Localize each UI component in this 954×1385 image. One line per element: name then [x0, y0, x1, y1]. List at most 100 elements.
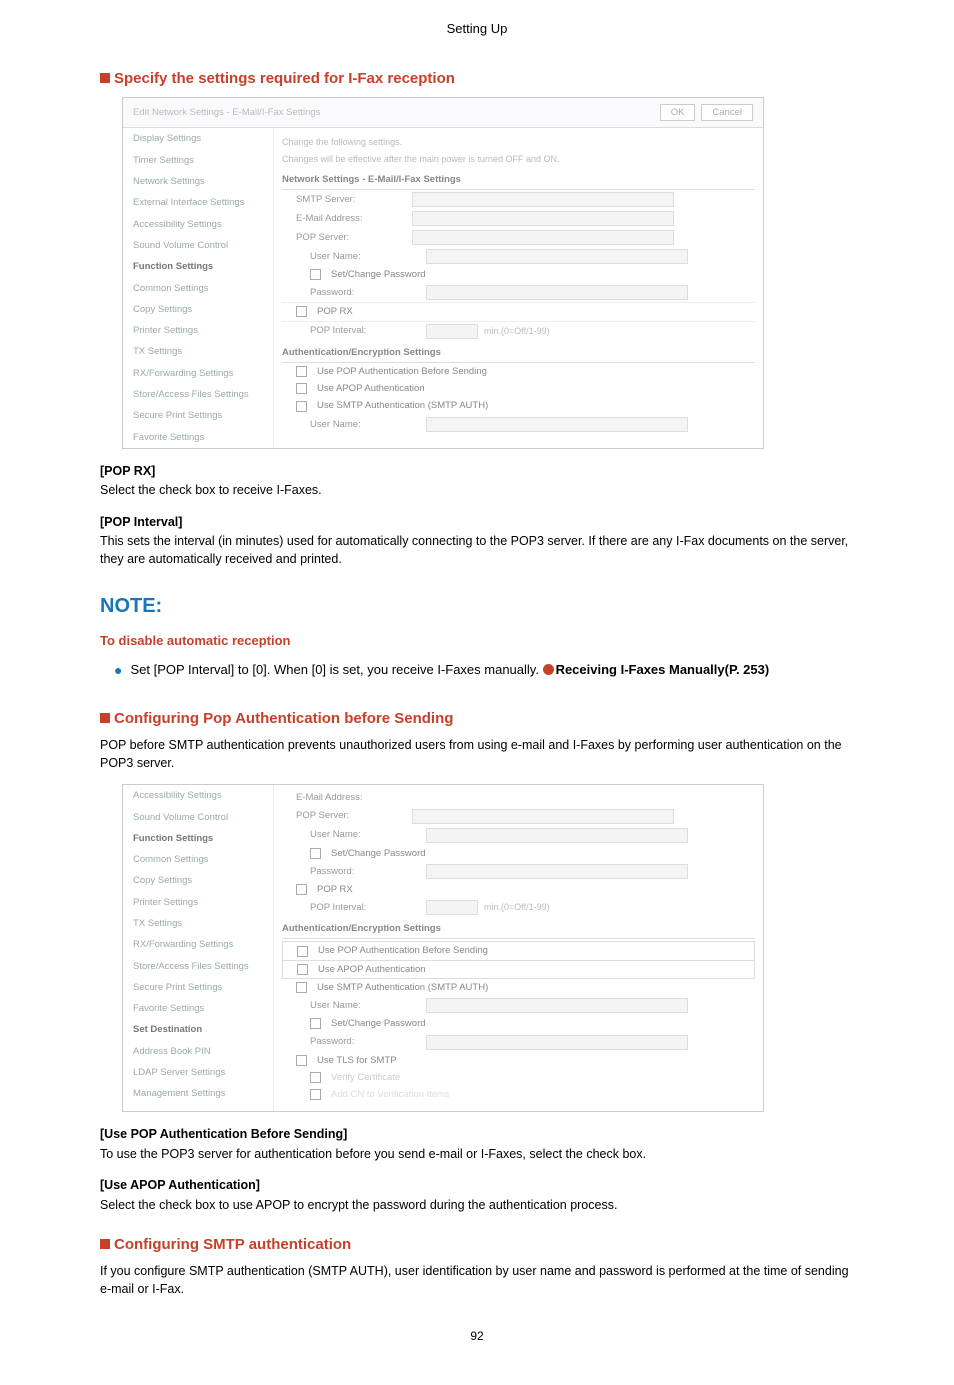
- note-subheading: To disable automatic reception: [100, 632, 854, 650]
- add-cn-checkbox[interactable]: [310, 1089, 321, 1100]
- note-heading: NOTE:: [100, 592, 854, 620]
- sidebar-item[interactable]: Sound Volume Control: [123, 235, 273, 256]
- sidebar-item[interactable]: Address Book PIN: [123, 1041, 273, 1062]
- sidebar-item[interactable]: Printer Settings: [123, 320, 273, 341]
- sidebar-item[interactable]: Common Settings: [123, 849, 273, 870]
- sidebar-heading: Function Settings: [123, 828, 273, 849]
- sidebar-item[interactable]: External Interface Settings: [123, 192, 273, 213]
- user-name2-label: User Name:: [310, 999, 420, 1012]
- section3-heading: Configuring SMTP authentication: [100, 1234, 854, 1255]
- sidebar-item[interactable]: Sound Volume Control: [123, 807, 273, 828]
- pop-server-label: POP Server:: [296, 809, 406, 822]
- pop-interval-hint: min.(0=Off/1-99): [484, 325, 550, 338]
- password2-label: Password:: [310, 1035, 420, 1048]
- use-smtp-auth-checkbox[interactable]: [296, 982, 307, 993]
- use-tls-smtp-label: Use TLS for SMTP: [317, 1054, 397, 1067]
- verify-cert-checkbox[interactable]: [310, 1072, 321, 1083]
- sidebar-item[interactable]: Network Settings: [123, 171, 273, 192]
- use-pop-auth-checkbox[interactable]: [297, 946, 308, 957]
- pop-rx-text: Select the check box to receive I-Faxes.: [100, 482, 854, 500]
- sidebar-item[interactable]: Management Settings: [123, 1083, 273, 1104]
- pop-interval-hint: min.(0=Off/1-99): [484, 901, 550, 914]
- password2-input[interactable]: [426, 1035, 688, 1050]
- set-change-password-checkbox[interactable]: [310, 848, 321, 859]
- shot2-sidebar: Accessibility Settings Sound Volume Cont…: [123, 785, 274, 1111]
- screenshot-2: Accessibility Settings Sound Volume Cont…: [122, 784, 764, 1112]
- sidebar-item[interactable]: Store/Access Files Settings: [123, 384, 273, 405]
- shot1-note2: Changes will be effective after the main…: [282, 149, 755, 168]
- sidebar-item[interactable]: Copy Settings: [123, 299, 273, 320]
- sidebar-item[interactable]: Timer Settings: [123, 150, 273, 171]
- sidebar-item[interactable]: Printer Settings: [123, 892, 273, 913]
- sidebar-item[interactable]: Store/Access Files Settings: [123, 956, 273, 977]
- pop-rx-checkbox[interactable]: [296, 884, 307, 895]
- verify-cert-label: Verify Certificate: [331, 1071, 400, 1084]
- sidebar-item[interactable]: TX Settings: [123, 341, 273, 362]
- password-input[interactable]: [426, 864, 688, 879]
- bullet-dot-icon: ●: [114, 661, 122, 681]
- pop-interval-heading: [POP Interval]: [100, 514, 854, 532]
- password-input[interactable]: [426, 285, 688, 300]
- sidebar-item[interactable]: Display Settings: [123, 128, 273, 149]
- pop-server-input[interactable]: [412, 809, 674, 824]
- pop-rx-label: POP RX: [317, 305, 353, 318]
- square-bullet-icon: [100, 73, 110, 83]
- sidebar-item[interactable]: Common Settings: [123, 278, 273, 299]
- pop-interval-input[interactable]: [426, 324, 478, 339]
- link-circle-icon: [543, 664, 554, 675]
- pop-rx-checkbox[interactable]: [296, 306, 307, 317]
- set-change-password-checkbox[interactable]: [310, 269, 321, 280]
- section1-heading: Specify the settings required for I-Fax …: [100, 68, 854, 89]
- shot1-sidebar: Display Settings Timer Settings Network …: [123, 128, 274, 447]
- smtp-server-label: SMTP Server:: [296, 193, 406, 206]
- page-number: 92: [100, 1328, 854, 1345]
- use-apop-auth-checkbox[interactable]: [296, 383, 307, 394]
- use-pop-auth-checkbox[interactable]: [296, 366, 307, 377]
- receiving-ifaxes-link[interactable]: Receiving I-Faxes Manually(P. 253): [556, 662, 770, 677]
- sidebar-item[interactable]: RX/Forwarding Settings: [123, 934, 273, 955]
- use-smtp-auth-checkbox[interactable]: [296, 401, 307, 412]
- page-header: Setting Up: [100, 20, 854, 38]
- password-label: Password:: [310, 865, 420, 878]
- set-change-password2-checkbox[interactable]: [310, 1018, 321, 1029]
- user-name-input[interactable]: [426, 828, 688, 843]
- set-change-password2-label: Set/Change Password: [331, 1017, 426, 1030]
- pop-server-input[interactable]: [412, 230, 674, 245]
- sidebar-heading: Set Destination: [123, 1019, 273, 1040]
- user-name2-input[interactable]: [426, 417, 688, 432]
- sidebar-item[interactable]: Copy Settings: [123, 870, 273, 891]
- user-name2-input[interactable]: [426, 998, 688, 1013]
- use-pop-heading: [Use POP Authentication Before Sending]: [100, 1126, 854, 1144]
- ok-button[interactable]: OK: [660, 104, 696, 121]
- user-name-input[interactable]: [426, 249, 688, 264]
- email-address-input[interactable]: [412, 211, 674, 226]
- sidebar-item[interactable]: Favorite Settings: [123, 998, 273, 1019]
- sidebar-item[interactable]: LDAP Server Settings: [123, 1062, 273, 1083]
- add-cn-label: Add CN to Verification Items: [331, 1088, 450, 1101]
- section2-heading: Configuring Pop Authentication before Se…: [100, 708, 854, 729]
- use-apop-text: Select the check box to use APOP to encr…: [100, 1197, 854, 1215]
- use-apop-auth-label: Use APOP Authentication: [318, 963, 426, 976]
- use-pop-auth-label: Use POP Authentication Before Sending: [318, 944, 488, 957]
- user-name-label: User Name:: [310, 828, 420, 841]
- sidebar-item[interactable]: Accessibility Settings: [123, 785, 273, 806]
- use-apop-auth-checkbox[interactable]: [297, 964, 308, 975]
- sidebar-item[interactable]: Secure Print Settings: [123, 405, 273, 426]
- sidebar-item[interactable]: Accessibility Settings: [123, 214, 273, 235]
- sidebar-heading: Function Settings: [123, 256, 273, 277]
- sidebar-item[interactable]: Favorite Settings: [123, 427, 273, 448]
- sidebar-item[interactable]: TX Settings: [123, 913, 273, 934]
- sidebar-item[interactable]: RX/Forwarding Settings: [123, 363, 273, 384]
- shot1-section-a: Network Settings - E-Mail/I-Fax Settings: [282, 170, 755, 190]
- pop-interval-input[interactable]: [426, 900, 478, 915]
- shot1-breadcrumb: Edit Network Settings - E-Mail/I-Fax Set…: [133, 106, 320, 119]
- smtp-server-input[interactable]: [412, 192, 674, 207]
- use-smtp-auth-label: Use SMTP Authentication (SMTP AUTH): [317, 981, 488, 994]
- cancel-button[interactable]: Cancel: [701, 104, 753, 121]
- section3-title: Configuring SMTP authentication: [114, 1236, 351, 1253]
- section1-title: Specify the settings required for I-Fax …: [114, 70, 455, 87]
- pop-server-label: POP Server:: [296, 231, 406, 244]
- square-bullet-icon: [100, 1239, 110, 1249]
- sidebar-item[interactable]: Secure Print Settings: [123, 977, 273, 998]
- use-tls-smtp-checkbox[interactable]: [296, 1055, 307, 1066]
